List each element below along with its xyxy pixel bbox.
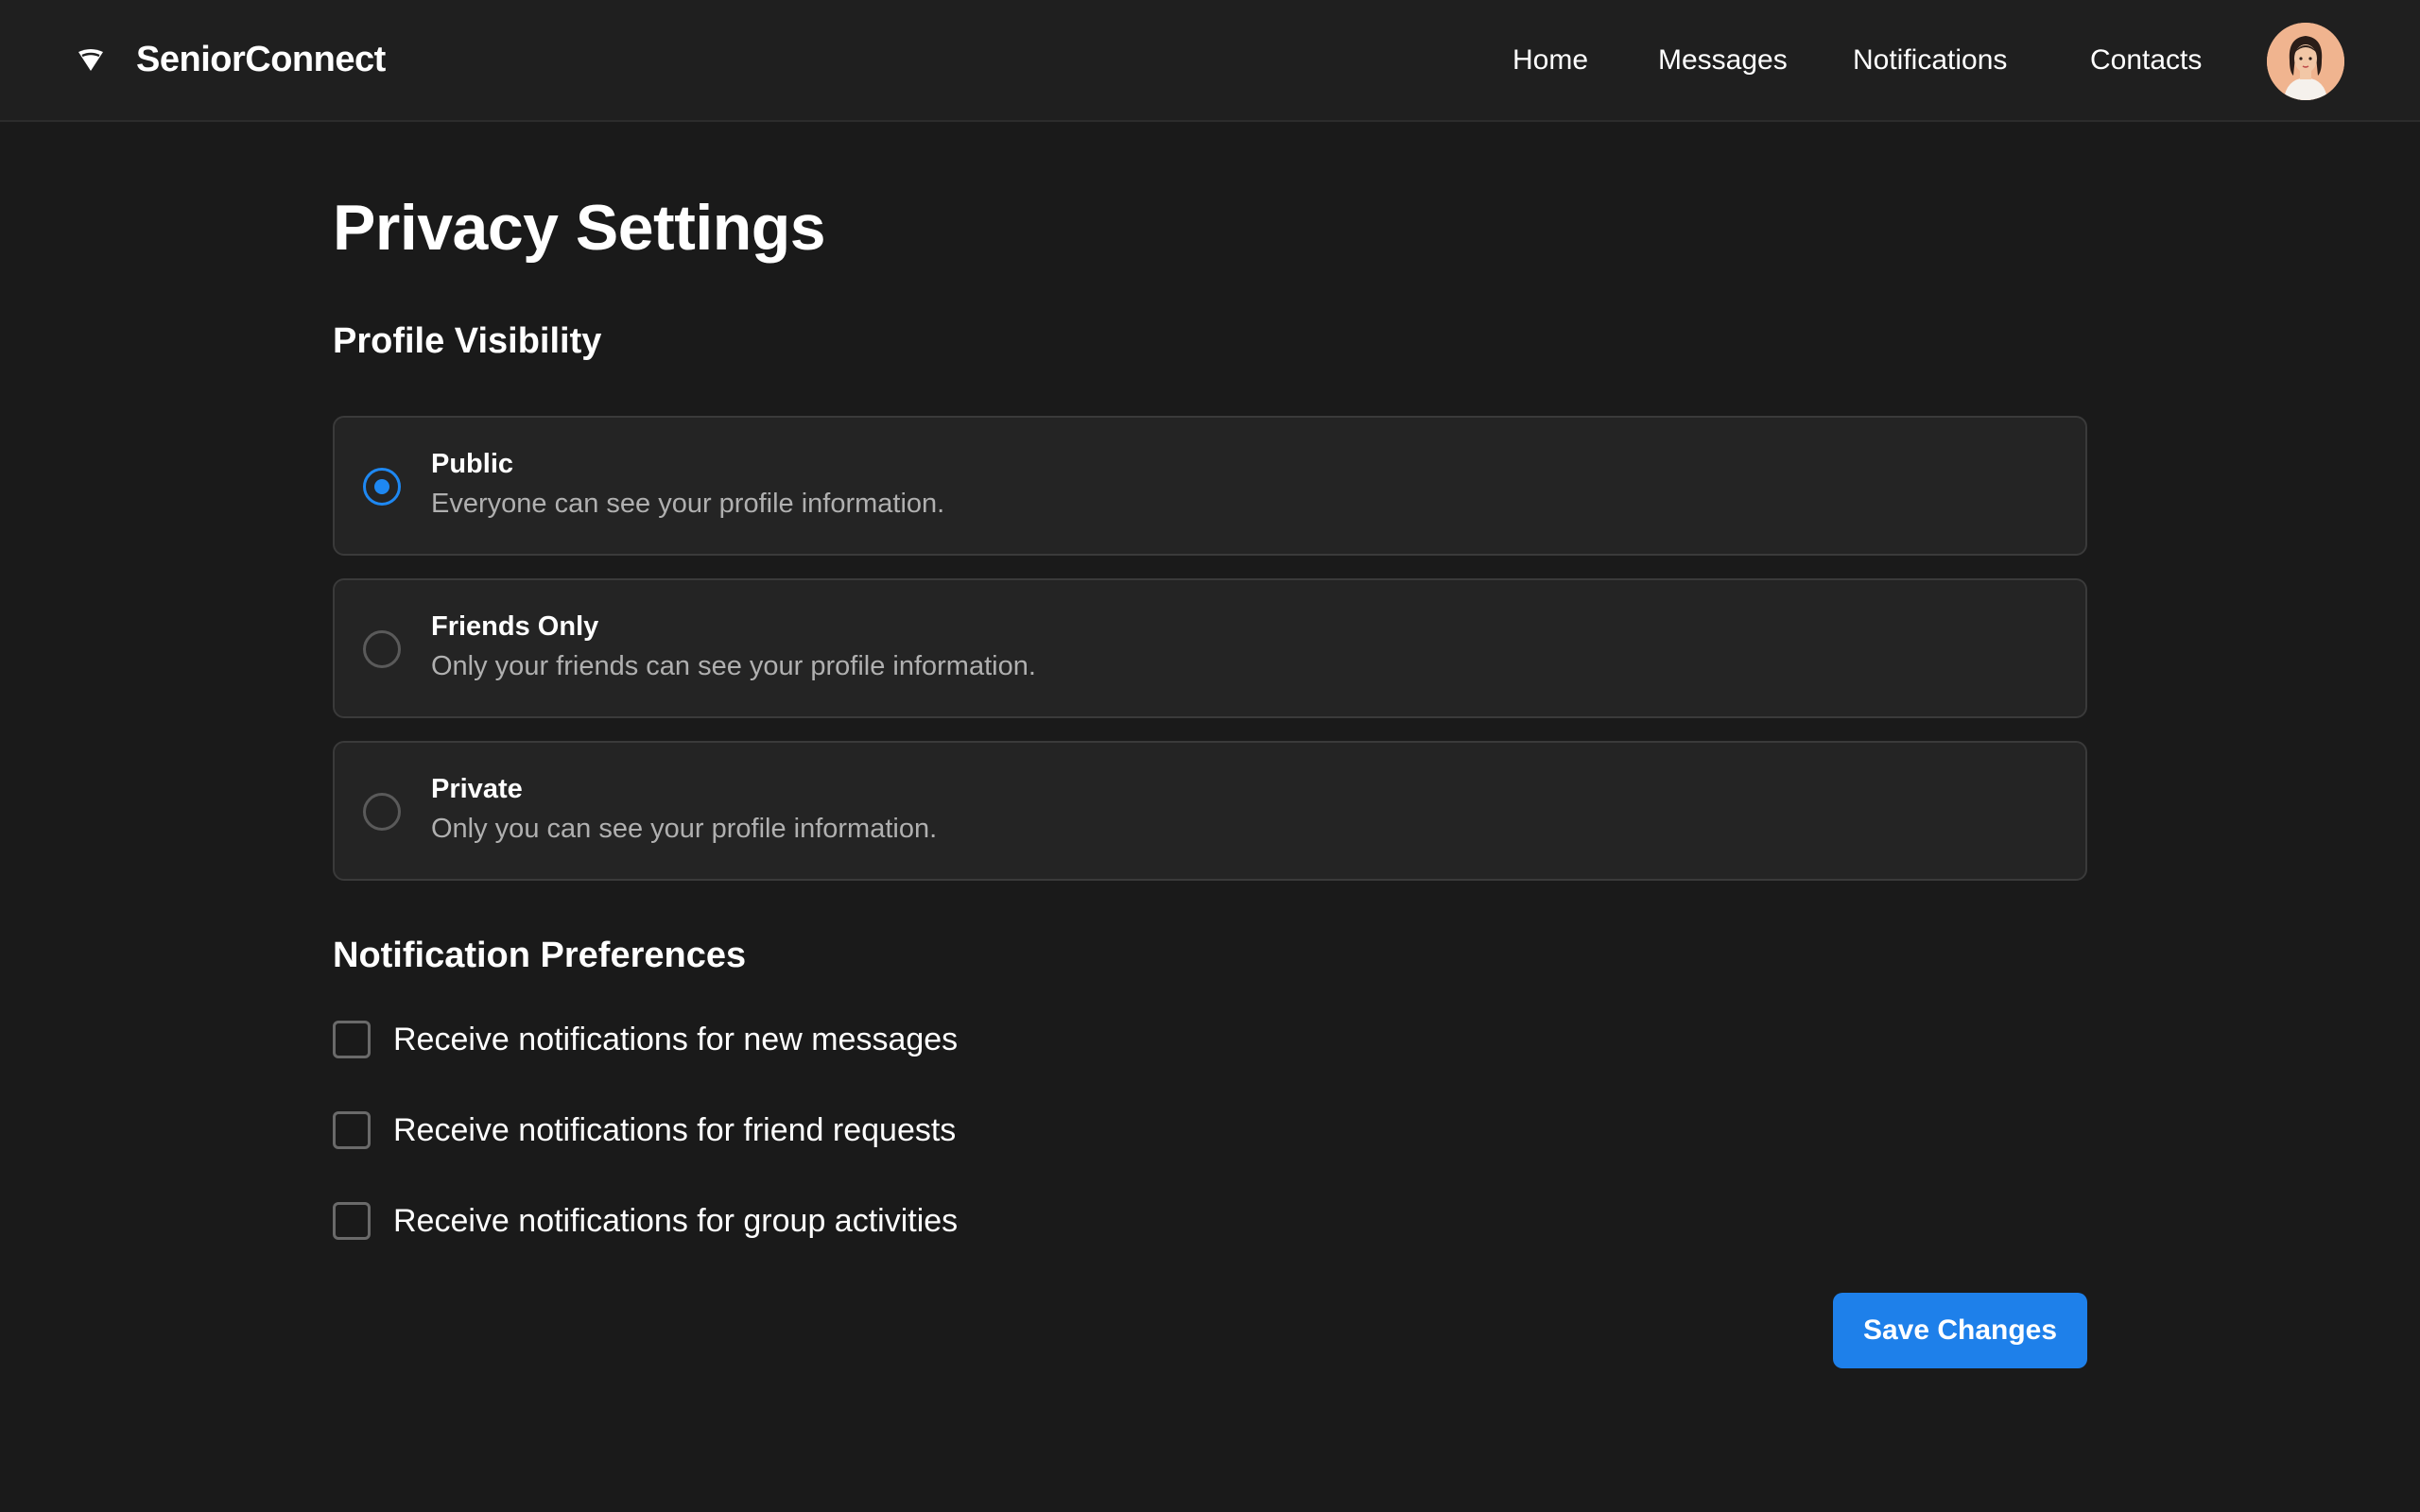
- visibility-option-private[interactable]: Private Only you can see your profile in…: [333, 741, 2087, 881]
- visibility-option-friends-only[interactable]: Friends Only Only your friends can see y…: [333, 578, 2087, 718]
- notification-preferences-heading: Notification Preferences: [333, 936, 747, 975]
- option-description: Only you can see your profile informatio…: [431, 814, 938, 844]
- public-radio[interactable]: [363, 468, 401, 506]
- notify-new-messages-checkbox[interactable]: [333, 1021, 371, 1058]
- option-title: Friends Only: [431, 611, 599, 642]
- notify-group-activities-row[interactable]: Receive notifications for group activiti…: [333, 1200, 958, 1242]
- brand[interactable]: SeniorConnect: [76, 36, 386, 83]
- option-title: Private: [431, 774, 523, 804]
- checkbox-label: Receive notifications for new messages: [393, 1021, 959, 1057]
- profile-visibility-heading: Profile Visibility: [333, 321, 602, 361]
- notify-new-messages-row[interactable]: Receive notifications for new messages: [333, 1019, 958, 1060]
- top-navigation-bar: SeniorConnect Home Messages Notification…: [0, 0, 2420, 122]
- nav-home-link[interactable]: Home: [1512, 40, 1588, 81]
- friends-only-radio[interactable]: [363, 630, 401, 668]
- app-name: SeniorConnect: [136, 39, 386, 79]
- user-avatar[interactable]: [2267, 23, 2344, 100]
- notify-friend-requests-checkbox[interactable]: [333, 1111, 371, 1149]
- notify-group-activities-checkbox[interactable]: [333, 1202, 371, 1240]
- option-description: Only your friends can see your profile i…: [431, 651, 1036, 681]
- private-radio[interactable]: [363, 793, 401, 831]
- page-title: Privacy Settings: [333, 192, 826, 264]
- notify-friend-requests-row[interactable]: Receive notifications for friend request…: [333, 1109, 956, 1151]
- checkbox-label: Receive notifications for group activiti…: [393, 1202, 959, 1239]
- avatar-portrait-icon: [2267, 23, 2344, 100]
- brand-logo-icon: [78, 49, 103, 71]
- option-description: Everyone can see your profile informatio…: [431, 489, 945, 519]
- nav-contacts-link[interactable]: Contacts: [2090, 40, 2202, 81]
- nav-notifications-link[interactable]: Notifications: [1853, 40, 2007, 81]
- option-title: Public: [431, 449, 514, 479]
- visibility-option-public[interactable]: Public Everyone can see your profile inf…: [333, 416, 2087, 556]
- nav-messages-link[interactable]: Messages: [1658, 40, 1788, 81]
- save-changes-button[interactable]: Save Changes: [1833, 1293, 2087, 1368]
- checkbox-label: Receive notifications for friend request…: [393, 1111, 957, 1148]
